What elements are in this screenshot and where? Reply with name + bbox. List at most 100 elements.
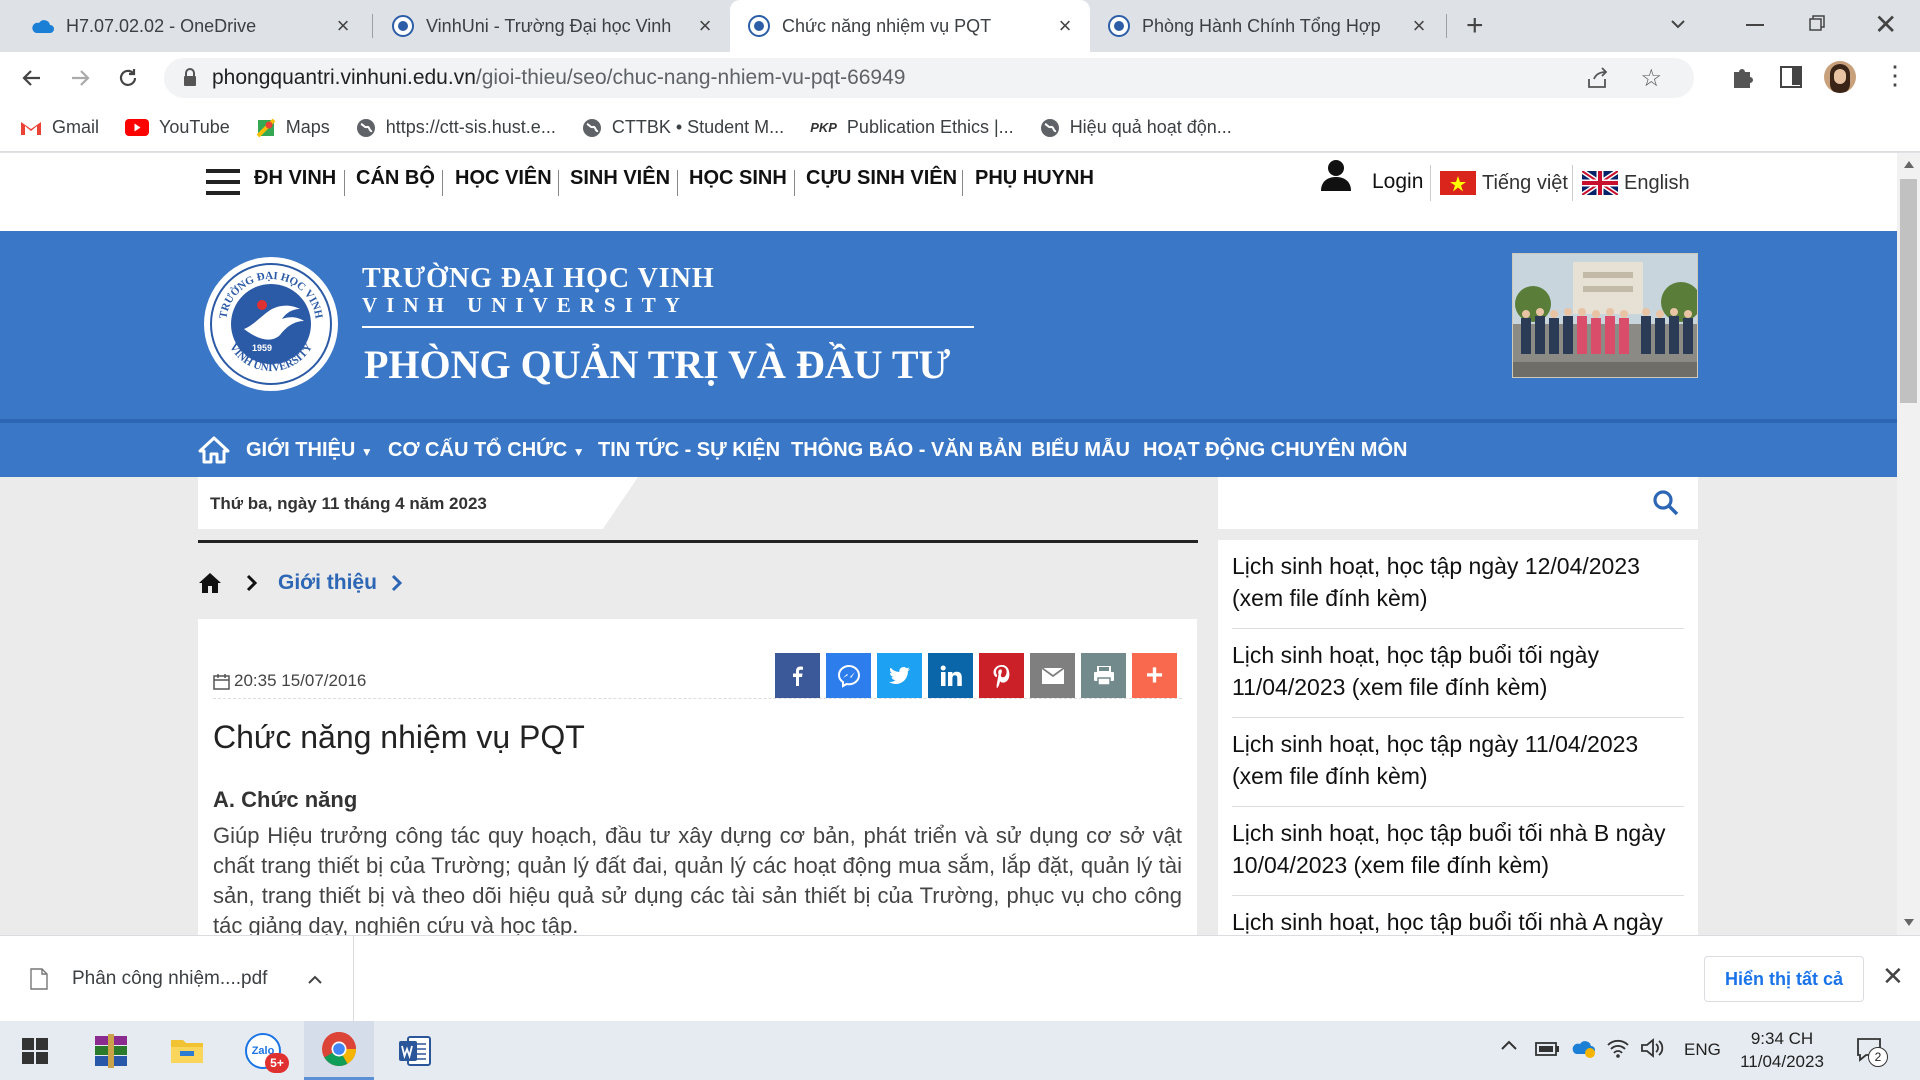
hamburger-menu-button[interactable] <box>206 168 240 196</box>
taskbar-chrome[interactable] <box>304 1021 374 1080</box>
tab-vinhuni[interactable]: VinhUni - Trường Đại học Vinh × <box>374 0 730 52</box>
sidebar-news-item[interactable]: Lịch sinh hoạt, học tập buổi tối ngày 11… <box>1232 629 1684 718</box>
topnav-can-bo[interactable]: CÁN BỘ <box>356 167 435 190</box>
topnav-dh-vinh[interactable]: ĐH VINH <box>254 167 336 190</box>
close-tab-icon[interactable]: × <box>694 15 716 37</box>
search-button[interactable] <box>1652 489 1680 517</box>
address-bar[interactable]: phongquantri.vinhuni.edu.vn/gioi-thieu/s… <box>164 58 1694 98</box>
chevron-right-icon <box>246 574 258 592</box>
taskbar-zalo[interactable]: Zalo 5+ <box>228 1021 298 1080</box>
home-icon[interactable] <box>198 572 222 594</box>
close-tab-icon[interactable]: × <box>332 15 354 37</box>
topnav-hoc-sinh[interactable]: HỌC SINH <box>689 167 787 190</box>
back-button[interactable] <box>20 66 44 90</box>
tab-phong-hanh-chinh[interactable]: Phòng Hành Chính Tổng Hợp × <box>1090 0 1444 52</box>
volume-icon[interactable] <box>1640 1037 1664 1059</box>
page-scrollbar[interactable] <box>1897 153 1920 935</box>
wifi-icon[interactable] <box>1606 1037 1630 1059</box>
lang-vietnamese[interactable]: Tiếng việt <box>1440 171 1568 195</box>
notification-center-button[interactable]: 2 <box>1856 1037 1888 1067</box>
share-facebook-button[interactable] <box>775 653 820 698</box>
breadcrumb-gioi-thieu[interactable]: Giới thiệu <box>278 571 377 595</box>
home-nav-button[interactable] <box>198 436 230 464</box>
mainnav-tin-tuc-su-kien[interactable]: TIN TỨC - SỰ KIỆN <box>598 439 780 462</box>
start-button[interactable] <box>0 1021 70 1080</box>
bookmark-cttbk[interactable]: CTTBK • Student M... <box>582 117 784 138</box>
tab-chuc-nang-pqt[interactable]: Chức năng nhiệm vụ PQT × <box>730 0 1090 52</box>
vietnam-flag-icon <box>1440 171 1476 195</box>
chevron-up-icon <box>1501 1040 1517 1050</box>
bookmark-hieu-qua[interactable]: Hiệu quả hoạt độn... <box>1040 117 1232 138</box>
topnav-phu-huynh[interactable]: PHỤ HUYNH <box>975 167 1094 190</box>
bookmark-maps[interactable]: Maps <box>256 117 330 138</box>
minimize-button[interactable] <box>1746 24 1764 26</box>
mainnav-gioi-thieu[interactable]: GIỚI THIỆU ▼ <box>246 439 373 462</box>
battery-icon[interactable] <box>1534 1037 1560 1059</box>
share-page-button[interactable] <box>1586 67 1610 89</box>
restore-button[interactable] <box>1808 14 1826 32</box>
close-window-button[interactable]: ✕ <box>1874 8 1897 41</box>
taskbar-winrar[interactable] <box>76 1021 146 1080</box>
scroll-up-arrow-icon[interactable] <box>1904 161 1914 168</box>
login-link[interactable]: Login <box>1372 170 1423 194</box>
download-item[interactable]: Phân công nhiệm....pdf <box>0 936 354 1021</box>
bookmark-youtube[interactable]: YouTube <box>125 117 230 138</box>
mainnav-bieu-mau[interactable]: BIỂU MẪU <box>1031 439 1130 462</box>
banner-group-photo[interactable] <box>1512 253 1698 378</box>
windows-taskbar: Zalo 5+ ENG 9:34 CH 11/04/2023 2 <box>0 1021 1920 1080</box>
new-tab-button[interactable]: + <box>1466 11 1484 41</box>
onedrive-icon <box>32 20 54 33</box>
profile-avatar[interactable] <box>1824 61 1856 93</box>
breadcrumb: Giới thiệu <box>198 563 403 603</box>
user-icon[interactable] <box>1320 158 1352 192</box>
share-pinterest-button[interactable] <box>979 653 1024 698</box>
taskbar-word[interactable] <box>380 1021 450 1080</box>
share-linkedin-button[interactable] <box>928 653 973 698</box>
input-language-indicator[interactable]: ENG <box>1684 1040 1721 1060</box>
sidebar-news-item[interactable]: Lịch sinh hoạt, học tập ngày 12/04/2023 … <box>1232 540 1684 629</box>
search-box[interactable] <box>1218 477 1698 529</box>
restore-icon <box>1809 15 1825 31</box>
mainnav-thong-bao-van-ban[interactable]: THÔNG BÁO - VĂN BẢN <box>791 439 1022 462</box>
show-all-downloads-button[interactable]: Hiển thị tất cả <box>1704 956 1864 1002</box>
forward-button[interactable] <box>68 66 92 90</box>
sidebar-news-item[interactable]: Lịch sinh hoạt, học tập ngày 11/04/2023 … <box>1232 718 1684 807</box>
close-tab-icon[interactable]: × <box>1054 15 1076 37</box>
clock[interactable]: 9:34 CH 11/04/2023 <box>1732 1027 1832 1073</box>
taskbar-file-explorer[interactable] <box>152 1021 222 1080</box>
share-more-button[interactable]: + <box>1132 653 1177 698</box>
lang-english[interactable]: English <box>1582 171 1690 195</box>
topnav-sinh-vien[interactable]: SINH VIÊN <box>570 167 670 190</box>
university-logo[interactable]: TRƯỜNG ĐẠI HỌC VINH VINH UNIVERSITY 1959 <box>202 255 340 393</box>
share-email-button[interactable] <box>1030 653 1075 698</box>
chevron-up-icon[interactable] <box>307 973 323 985</box>
extensions-button[interactable] <box>1730 64 1756 90</box>
tray-overflow-button[interactable] <box>1500 1039 1518 1051</box>
sidebar-news-item[interactable]: Lịch sinh hoạt, học tập buổi tối nhà A n… <box>1232 896 1684 935</box>
scroll-down-arrow-icon[interactable] <box>1904 919 1914 926</box>
bookmark-ctt-sis[interactable]: https://ctt-sis.hust.e... <box>356 117 556 138</box>
scroll-thumb[interactable] <box>1900 179 1917 403</box>
share-print-button[interactable] <box>1081 653 1126 698</box>
bookmark-gmail[interactable]: Gmail <box>20 117 99 138</box>
topnav-cuu-sinh-vien[interactable]: CỰU SINH VIÊN <box>806 167 957 190</box>
close-download-bar-icon[interactable]: ✕ <box>1882 962 1904 990</box>
puzzle-icon <box>1734 69 1753 88</box>
reload-button[interactable] <box>116 66 140 90</box>
mainnav-co-cau-to-chuc[interactable]: CƠ CẤU TỔ CHỨC ▼ <box>388 439 585 462</box>
print-icon <box>1093 665 1114 686</box>
share-messenger-button[interactable] <box>826 653 871 698</box>
side-panel-button[interactable] <box>1780 66 1802 88</box>
bookmark-publication-ethics[interactable]: PKP Publication Ethics |... <box>810 117 1014 138</box>
share-twitter-button[interactable] <box>877 653 922 698</box>
onedrive-tray-icon[interactable] <box>1570 1037 1596 1059</box>
bookmark-star-icon[interactable]: ☆ <box>1640 64 1662 93</box>
sidebar-news-item[interactable]: Lịch sinh hoạt, học tập buổi tối nhà B n… <box>1232 807 1684 896</box>
tab-onedrive[interactable]: H7.07.02.02 - OneDrive × <box>12 0 368 52</box>
mainnav-hoat-dong-chuyen-mon[interactable]: HOẠT ĐỘNG CHUYÊN MÔN <box>1143 439 1407 462</box>
topnav-hoc-vien[interactable]: HỌC VIÊN <box>455 167 552 190</box>
tab-search-button[interactable] <box>1668 14 1688 34</box>
menu-kebab-icon[interactable]: ⋮ <box>1882 62 1908 88</box>
winrar-icon <box>95 1033 127 1068</box>
close-tab-icon[interactable]: × <box>1408 15 1430 37</box>
